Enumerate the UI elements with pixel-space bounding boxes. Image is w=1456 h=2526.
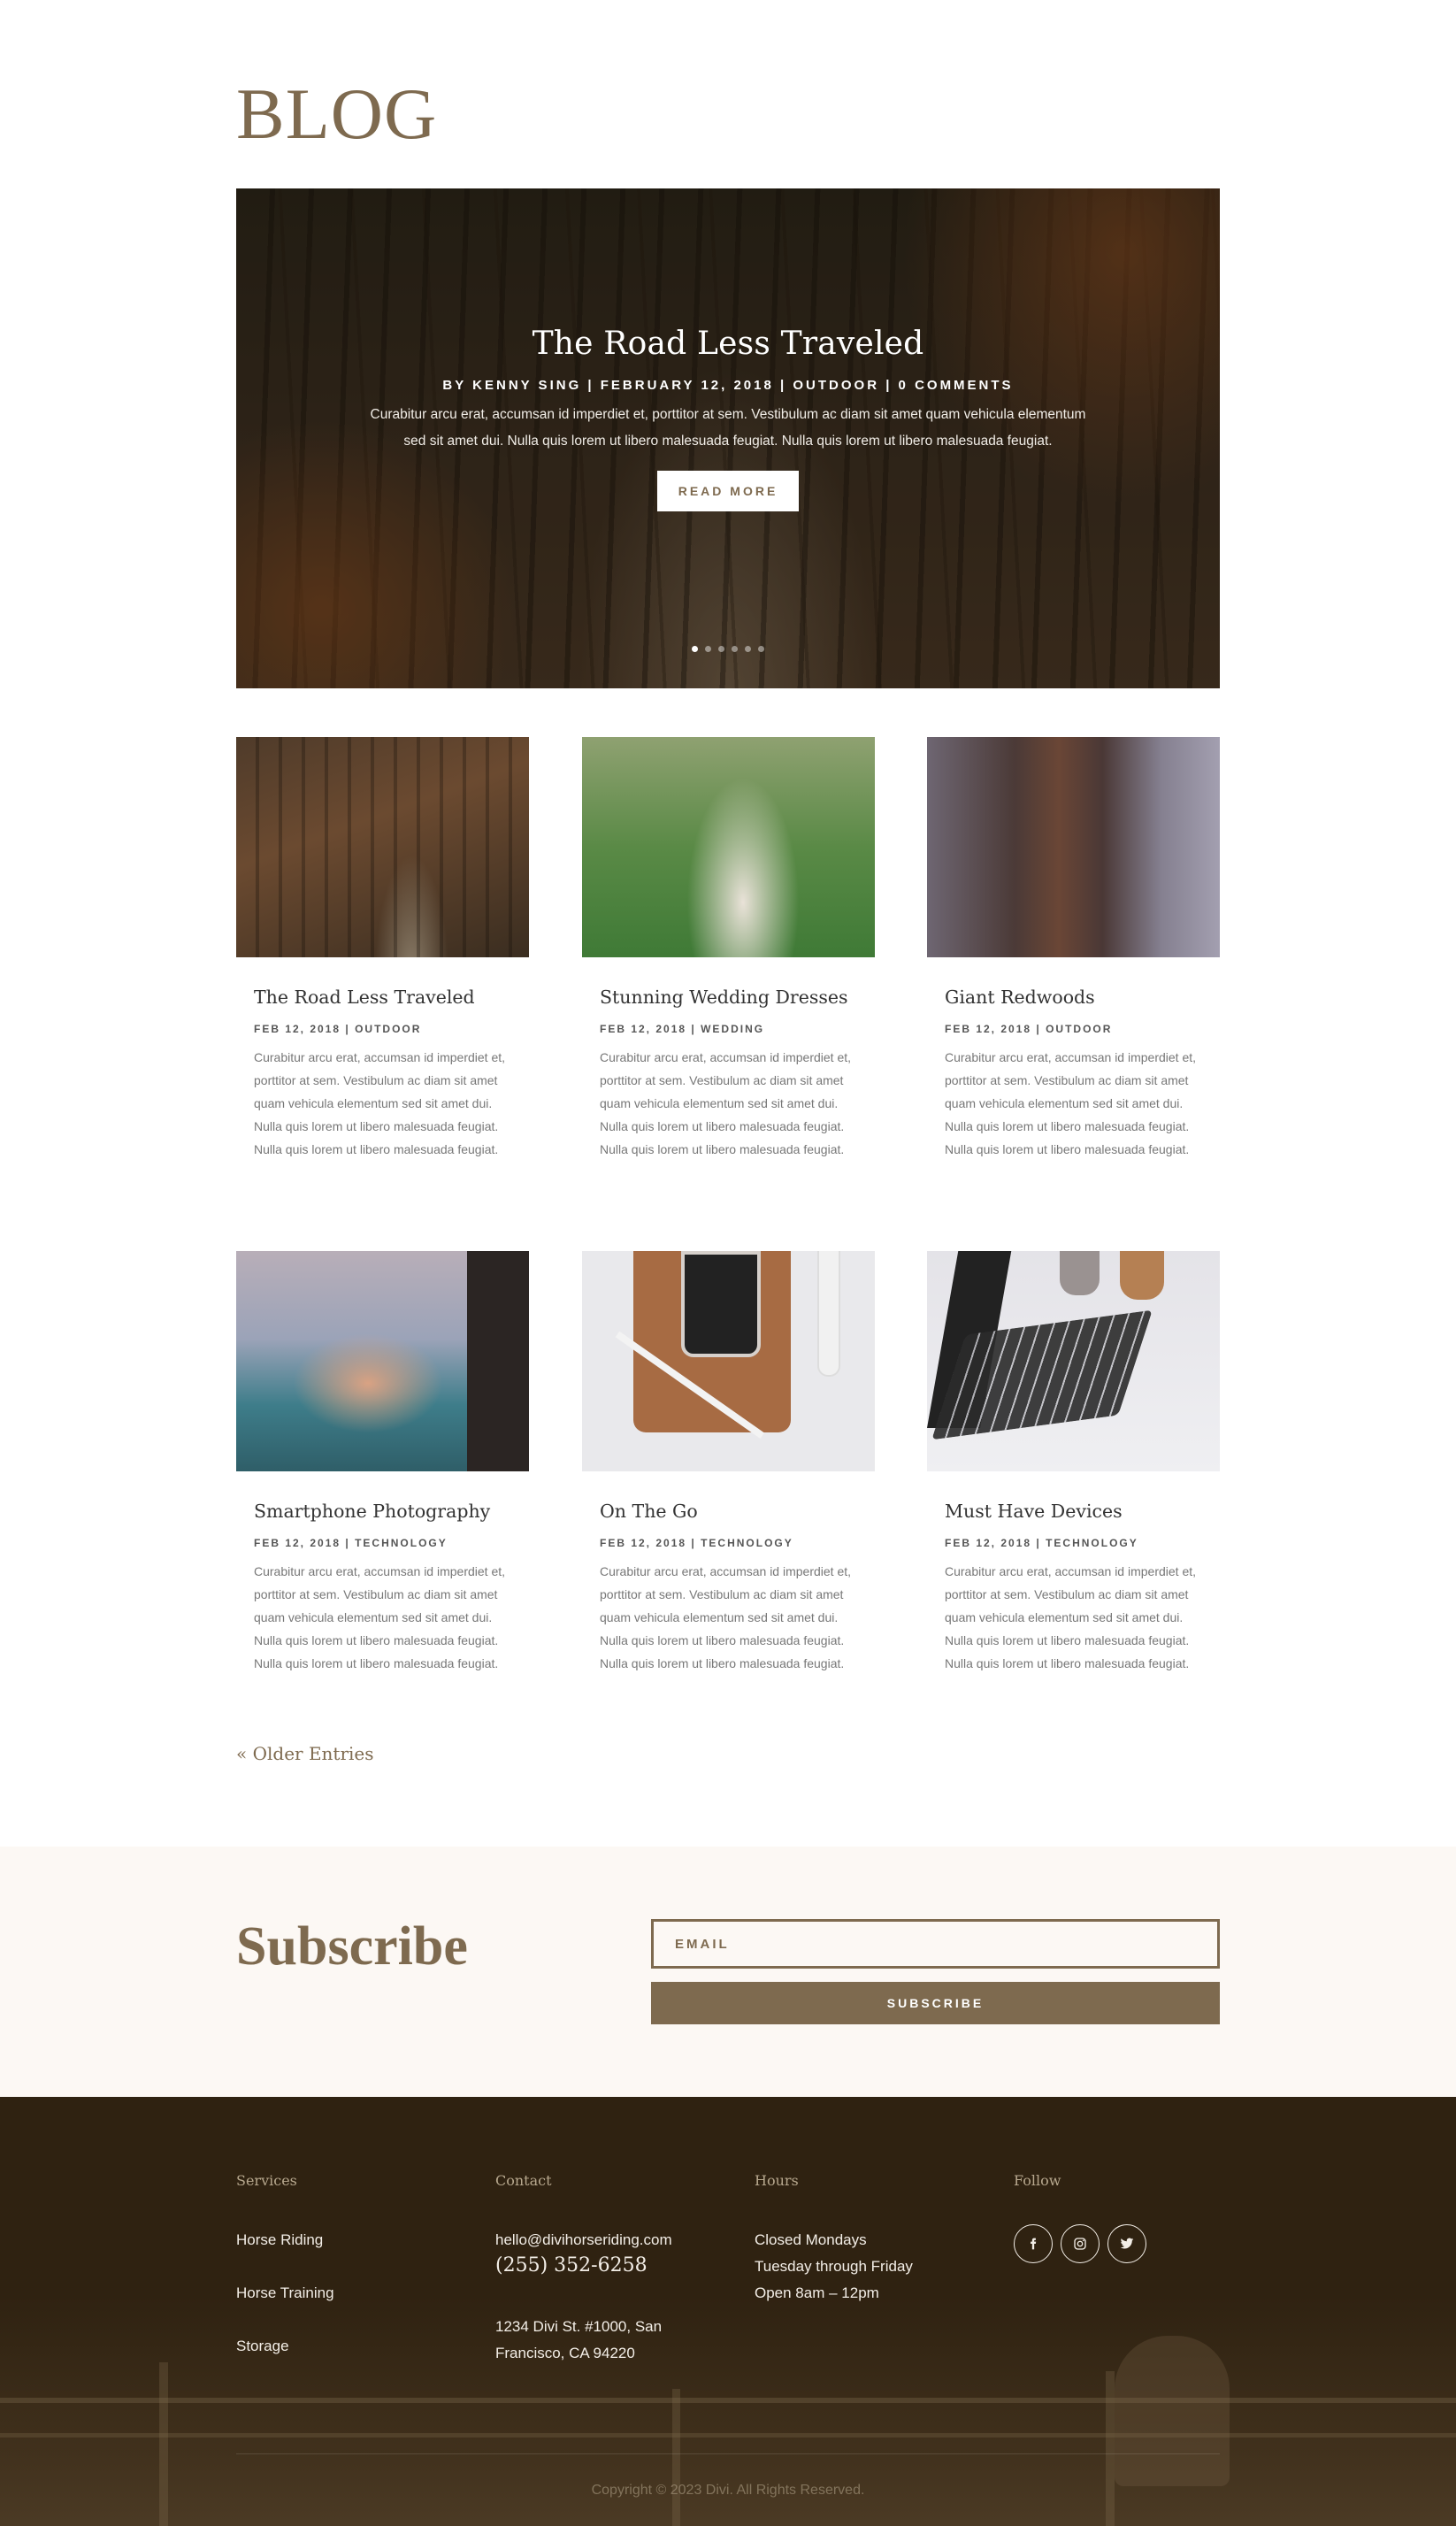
post-title[interactable]: On The Go	[600, 1501, 857, 1522]
slider-dot[interactable]	[705, 646, 711, 652]
footer-divider	[236, 2453, 1220, 2454]
blog-post-card: Giant Redwoods FEB 12, 2018 | OUTDOOR Cu…	[927, 737, 1220, 1161]
footer-contact: Contact hello@divihorseriding.com (255) …	[495, 2172, 672, 2367]
footer-follow: Follow	[1014, 2172, 1146, 2263]
footer-link-horse-training[interactable]: Horse Training	[236, 2284, 334, 2302]
post-meta: FEB 12, 2018 | TECHNOLOGY	[254, 1537, 448, 1549]
post-title[interactable]: Must Have Devices	[945, 1501, 1202, 1522]
post-thumbnail[interactable]	[582, 737, 875, 957]
contact-phone[interactable]: (255) 352-6258	[495, 2254, 672, 2276]
footer-heading: Hours	[755, 2172, 799, 2189]
post-thumbnail[interactable]	[582, 1251, 875, 1471]
page-title: BLOG	[236, 73, 438, 154]
post-excerpt: Curabitur arcu erat, accumsan id imperdi…	[254, 1564, 506, 1670]
subscribe-section: Subscribe SUBSCRIBE	[0, 1847, 1456, 2097]
slider-dot[interactable]	[758, 646, 764, 652]
hours-line: Closed Mondays	[755, 2231, 867, 2248]
footer-heading: Follow	[1014, 2172, 1061, 2189]
blog-post-card: Stunning Wedding Dresses FEB 12, 2018 | …	[582, 737, 875, 1161]
slider-pagination	[236, 646, 1220, 652]
hours-line: Tuesday through Friday	[755, 2258, 913, 2275]
email-field[interactable]	[651, 1919, 1220, 1969]
older-entries-link[interactable]: « Older Entries	[236, 1743, 374, 1764]
slider-dot[interactable]	[732, 646, 738, 652]
social-icons	[1014, 2224, 1146, 2263]
blog-post-card: Must Have Devices FEB 12, 2018 | TECHNOL…	[927, 1251, 1220, 1675]
post-meta: FEB 12, 2018 | OUTDOOR	[945, 1023, 1113, 1035]
post-title[interactable]: The Road Less Traveled	[254, 987, 511, 1008]
hero-slider: The Road Less Traveled BY KENNY SING | F…	[236, 188, 1220, 688]
post-thumbnail[interactable]	[236, 737, 529, 957]
post-thumbnail[interactable]	[927, 1251, 1220, 1471]
post-excerpt: Curabitur arcu erat, accumsan id imperdi…	[254, 1050, 506, 1156]
footer-heading: Contact	[495, 2172, 552, 2189]
facebook-icon[interactable]	[1014, 2224, 1053, 2263]
footer-link-horse-riding[interactable]: Horse Riding	[236, 2231, 334, 2249]
hero-excerpt: Curabitur arcu erat, accumsan id imperdi…	[370, 407, 1086, 449]
blog-post-card: On The Go FEB 12, 2018 | TECHNOLOGY Cura…	[582, 1251, 875, 1675]
hero-meta: BY KENNY SING | FEBRUARY 12, 2018 | OUTD…	[442, 378, 1014, 393]
post-title[interactable]: Giant Redwoods	[945, 987, 1202, 1008]
footer-heading: Services	[236, 2172, 297, 2189]
read-more-button[interactable]: READ MORE	[656, 471, 800, 511]
post-title[interactable]: Stunning Wedding Dresses	[600, 987, 857, 1008]
subscribe-button[interactable]: SUBSCRIBE	[651, 1982, 1220, 2024]
post-meta: FEB 12, 2018 | OUTDOOR	[254, 1023, 422, 1035]
subscribe-title: Subscribe	[236, 1916, 468, 1977]
post-excerpt: Curabitur arcu erat, accumsan id imperdi…	[600, 1564, 852, 1670]
slider-dot[interactable]	[745, 646, 751, 652]
post-meta: FEB 12, 2018 | TECHNOLOGY	[945, 1537, 1138, 1549]
post-meta: FEB 12, 2018 | TECHNOLOGY	[600, 1537, 793, 1549]
post-thumbnail[interactable]	[927, 737, 1220, 957]
contact-address-line1: 1234 Divi St. #1000, San	[495, 2318, 663, 2335]
post-excerpt: Curabitur arcu erat, accumsan id imperdi…	[945, 1050, 1197, 1156]
post-meta: FEB 12, 2018 | WEDDING	[600, 1023, 765, 1035]
footer-services: Services Horse Riding Horse Training Sto…	[236, 2172, 334, 2355]
post-thumbnail[interactable]	[236, 1251, 529, 1471]
hero-content: The Road Less Traveled BY KENNY SING | F…	[236, 326, 1220, 511]
instagram-icon[interactable]	[1061, 2224, 1100, 2263]
contact-address-line2: Francisco, CA 94220	[495, 2345, 635, 2361]
hours-line: Open 8am – 12pm	[755, 2284, 879, 2301]
post-title[interactable]: Smartphone Photography	[254, 1501, 511, 1522]
footer-hours: Hours Closed Mondays Tuesday through Fri…	[755, 2172, 913, 2307]
twitter-icon[interactable]	[1107, 2224, 1146, 2263]
post-excerpt: Curabitur arcu erat, accumsan id imperdi…	[600, 1050, 852, 1156]
post-excerpt: Curabitur arcu erat, accumsan id imperdi…	[945, 1564, 1197, 1670]
hero-title[interactable]: The Road Less Traveled	[236, 326, 1220, 362]
slider-dot[interactable]	[692, 646, 698, 652]
footer: Services Horse Riding Horse Training Sto…	[0, 2097, 1456, 2526]
blog-post-card: The Road Less Traveled FEB 12, 2018 | OU…	[236, 737, 529, 1161]
footer-link-storage[interactable]: Storage	[236, 2338, 334, 2355]
blog-post-card: Smartphone Photography FEB 12, 2018 | TE…	[236, 1251, 529, 1675]
copyright-text: Copyright © 2023 Divi. All Rights Reserv…	[591, 2483, 865, 2498]
slider-dot[interactable]	[718, 646, 724, 652]
contact-email-link[interactable]: hello@divihorseriding.com	[495, 2231, 672, 2249]
